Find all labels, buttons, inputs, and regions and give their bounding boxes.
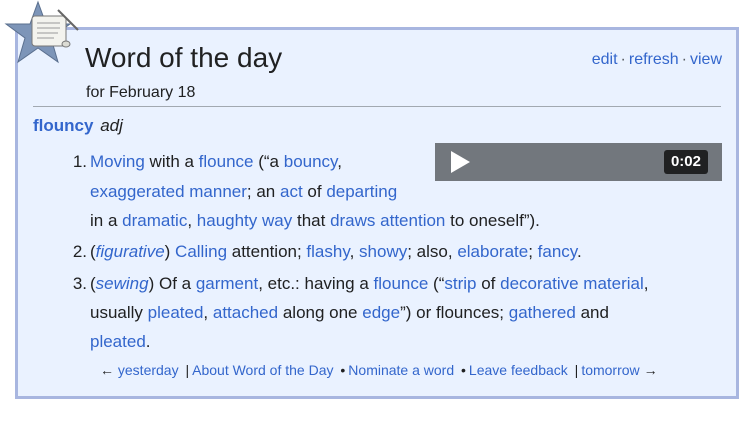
definition-text: . [145, 332, 151, 351]
definition-line: (figurative) Calling attention; flashy, … [90, 237, 582, 266]
header-actions: edit · refresh · view [592, 51, 722, 69]
definition-number: 3. [72, 274, 87, 293]
definition-text: usually [90, 303, 148, 322]
audio-player[interactable]: 0:02 [435, 143, 722, 181]
definition-link[interactable]: pleated [90, 332, 146, 351]
definition-line: usually pleated, attached along one edge… [90, 298, 609, 327]
about-link[interactable]: About Word of the Day [192, 362, 333, 378]
play-icon[interactable] [451, 151, 470, 173]
definition-text: and [575, 303, 609, 322]
definition-number: 2. [72, 242, 87, 261]
definition-text: attention; [227, 242, 307, 261]
definition-text: along one [278, 303, 363, 322]
footer-separator: • [461, 362, 466, 378]
definition-link[interactable]: bouncy [284, 152, 338, 171]
definition-text: , [187, 211, 197, 230]
definition-link[interactable]: flashy [306, 242, 349, 261]
definition-link[interactable]: gathered [509, 303, 576, 322]
footer-separator: | [574, 362, 579, 378]
definition-link[interactable]: garment [196, 274, 258, 293]
footer-separator: • [340, 362, 346, 378]
definition-text: , [643, 274, 649, 293]
definition-link[interactable]: way [262, 211, 292, 230]
definition-link[interactable]: figurative [96, 242, 165, 261]
definition-text: with a [144, 152, 199, 171]
definition-text: , [203, 303, 213, 322]
headword-link[interactable]: flouncy [33, 116, 93, 135]
footer-separator: | [185, 362, 190, 378]
definition-text: in a [90, 211, 123, 230]
refresh-link[interactable]: refresh [629, 51, 679, 68]
page-title: Word of the day [85, 42, 283, 73]
definition-text: ”) or flounces; [400, 303, 509, 322]
date-label: for February 18 [86, 84, 196, 101]
definition-link[interactable]: pleated [148, 303, 204, 322]
definition-link[interactable]: manner [189, 182, 247, 201]
definition-line: in a dramatic, haughty way that draws at… [90, 206, 540, 235]
part-of-speech: adj [100, 116, 123, 135]
definition-link[interactable]: fancy [538, 242, 577, 261]
tomorrow-link[interactable]: tomorrow [581, 362, 639, 378]
definition-link[interactable]: decorative [500, 274, 578, 293]
definition-text: of [302, 182, 327, 201]
view-link[interactable]: view [690, 51, 722, 68]
action-separator: · [681, 51, 687, 68]
definition-link[interactable]: attached [213, 303, 278, 322]
definition-text: , [349, 242, 360, 261]
star-scroll-icon [4, 0, 79, 64]
definition-link[interactable]: draws [330, 211, 375, 230]
definition-link[interactable]: haughty [197, 211, 258, 230]
left-arrow-icon: ← [100, 362, 114, 378]
definition-number: 1. [72, 152, 87, 171]
definition-text: ) Of a [148, 274, 196, 293]
definition-link[interactable]: flounce [199, 152, 254, 171]
definition-text: , etc.: having a [258, 274, 374, 293]
definition-text: to oneself”). [445, 211, 540, 230]
definition-text: (“a [253, 152, 284, 171]
definition-line: (sewing) Of a garment, etc.: having a fl… [90, 269, 649, 298]
nominate-link[interactable]: Nominate a word [348, 362, 454, 378]
definition-text: ; an [246, 182, 280, 201]
definition-text: ; [528, 242, 538, 261]
definition-link[interactable]: exaggerated [90, 182, 185, 201]
definition-link[interactable]: material [583, 274, 643, 293]
action-separator: · [620, 51, 626, 68]
definition-link[interactable]: dramatic [122, 211, 187, 230]
definition-line: pleated. [90, 327, 151, 356]
definition-link[interactable]: flounce [374, 274, 429, 293]
definition-line: Moving with a flounce (“a bouncy, [90, 147, 342, 176]
headword: flouncy adj [33, 116, 123, 136]
definition-link[interactable]: departing [326, 182, 397, 201]
definition-link[interactable]: sewing [96, 274, 149, 293]
definition-text: (“ [428, 274, 445, 293]
definition-link[interactable]: Moving [90, 152, 145, 171]
yesterday-link[interactable]: yesterday [118, 362, 179, 378]
definition-link[interactable]: act [280, 182, 303, 201]
definition-link[interactable]: showy [359, 242, 407, 261]
edit-link[interactable]: edit [592, 51, 618, 68]
definition-text: of [476, 274, 501, 293]
definition-text: ; also, [407, 242, 458, 261]
definition-link[interactable]: Calling [175, 242, 227, 261]
definition-link[interactable]: edge [362, 303, 400, 322]
right-arrow-icon: → [643, 362, 658, 378]
definition-link[interactable]: strip [444, 274, 476, 293]
definition-text: ) [164, 242, 176, 261]
definition-link[interactable]: elaborate [457, 242, 528, 261]
divider [33, 106, 721, 107]
definition-line: exaggerated manner; an act of departing [90, 177, 397, 206]
definition-text: that [292, 211, 331, 230]
footer-nav: ← yesterday | About Word of the Day • Nomi… [100, 362, 658, 378]
definition-link[interactable]: attention [380, 211, 445, 230]
feedback-link[interactable]: Leave feedback [469, 362, 568, 378]
definition-text: , [337, 152, 343, 171]
definition-text: . [577, 242, 582, 261]
audio-duration: 0:02 [663, 150, 708, 174]
